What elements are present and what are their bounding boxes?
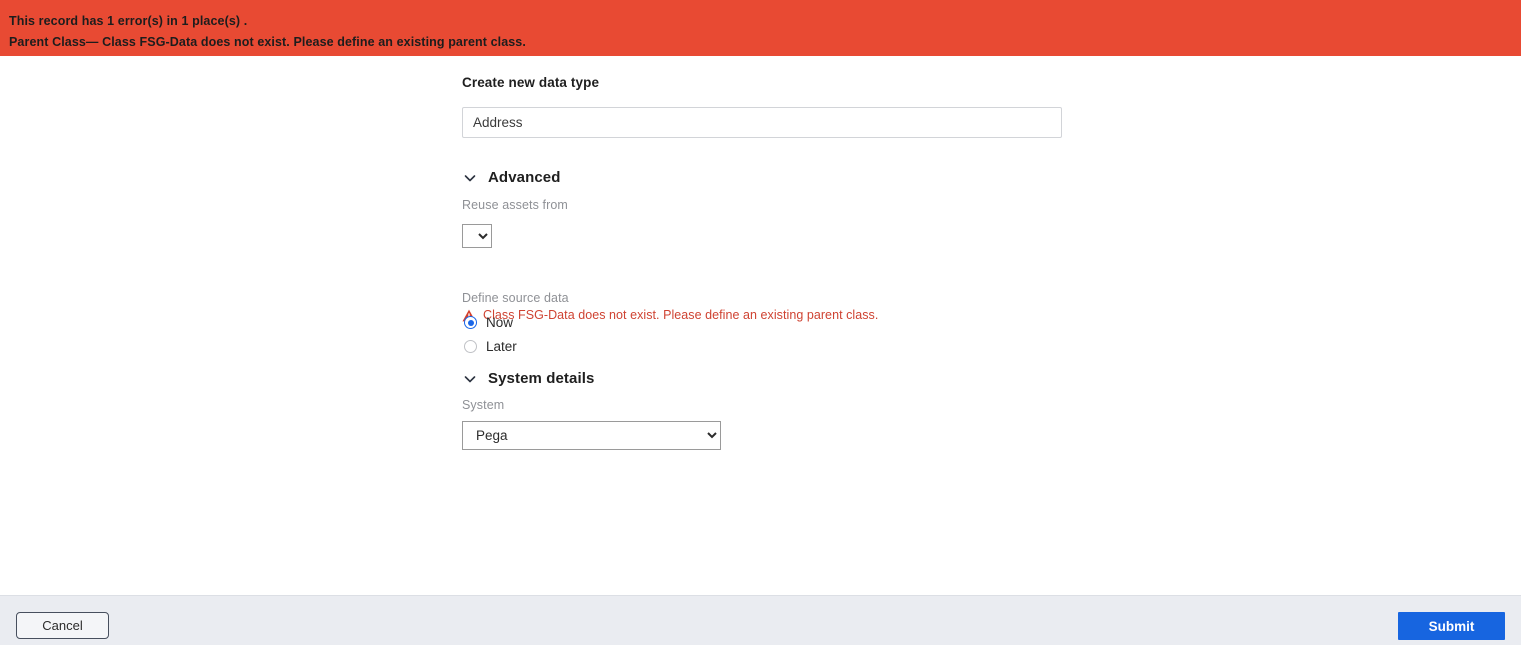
page-title: Create new data type <box>462 75 600 90</box>
radio-later-indicator[interactable] <box>464 340 477 353</box>
error-banner-summary: This record has 1 error(s) in 1 place(s)… <box>9 14 248 28</box>
radio-now-indicator[interactable] <box>464 316 477 329</box>
section-header-system-details[interactable]: System details <box>462 370 594 387</box>
form-area: Create new data type Advanced Reuse asse… <box>0 56 1521 595</box>
radio-option-now[interactable]: Now <box>464 315 513 330</box>
submit-button[interactable]: Submit <box>1398 612 1505 640</box>
inline-field-error: Class FSG-Data does not exist. Please de… <box>462 308 878 322</box>
section-label-advanced: Advanced <box>488 169 561 186</box>
chevron-down-icon <box>462 371 478 387</box>
radio-option-later[interactable]: Later <box>464 339 517 354</box>
footer-action-bar: Cancel Submit <box>0 595 1521 645</box>
chevron-down-icon <box>462 170 478 186</box>
reuse-assets-from-select[interactable] <box>462 224 492 248</box>
radio-now-label: Now <box>486 315 514 330</box>
section-header-advanced[interactable]: Advanced <box>462 169 561 186</box>
radio-later-label: Later <box>486 339 517 354</box>
system-select[interactable]: Pega <box>462 421 721 450</box>
error-banner: This record has 1 error(s) in 1 place(s)… <box>0 0 1521 56</box>
label-define-source-data: Define source data <box>462 291 569 305</box>
inline-error-text: Class FSG-Data does not exist. Please de… <box>483 308 879 322</box>
cancel-button[interactable]: Cancel <box>16 612 109 639</box>
section-label-system-details: System details <box>488 370 595 387</box>
label-reuse-assets-from: Reuse assets from <box>462 198 568 212</box>
error-banner-detail: Parent Class— Class FSG-Data does not ex… <box>9 35 526 49</box>
label-system: System <box>462 398 505 412</box>
data-type-name-input[interactable] <box>462 107 1062 138</box>
